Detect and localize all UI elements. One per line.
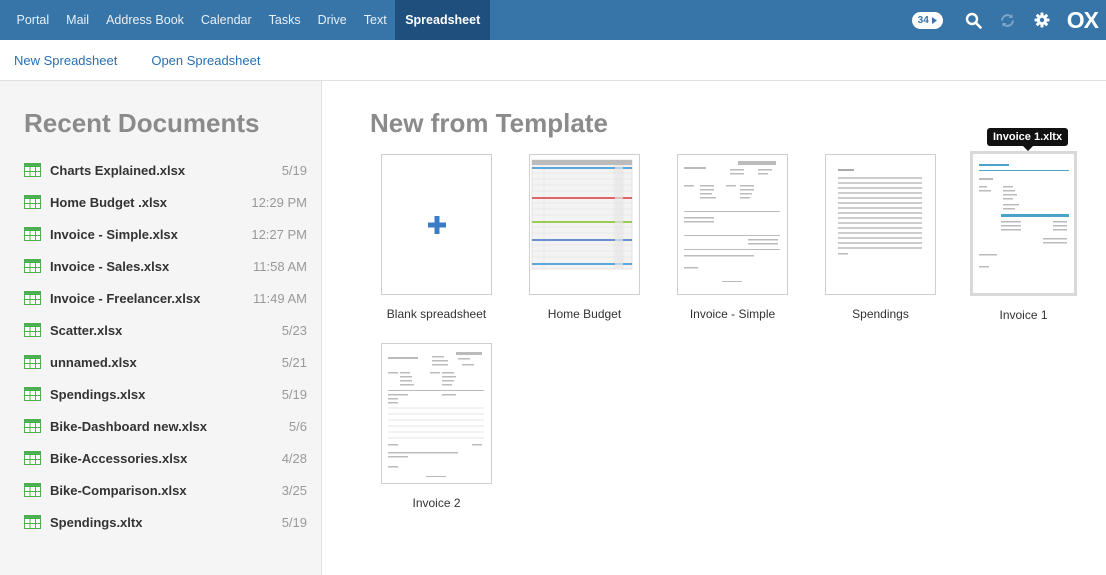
document-date: 11:58 AM (253, 258, 307, 274)
spreadsheet-file-icon (24, 291, 41, 305)
document-name: Bike-Dashboard new.xlsx (50, 418, 208, 434)
spreadsheet-file-icon (24, 451, 41, 465)
recent-document-item[interactable]: unnamed.xlsx 5/21 (0, 346, 322, 378)
spreadsheet-file-icon (24, 387, 41, 401)
document-name: Spendings.xltx (50, 514, 143, 530)
document-name: unnamed.xlsx (50, 354, 137, 370)
nav-portal[interactable]: Portal (8, 0, 58, 40)
document-date: 3/25 (281, 482, 307, 498)
header-actions: 34 OX (911, 0, 1099, 40)
document-date: 12:29 PM (251, 194, 307, 210)
nav-text[interactable]: Text (355, 0, 395, 40)
recent-documents-list: Charts Explained.xlsx 5/19 Home Budget .xl… (0, 154, 322, 538)
document-date: 5/19 (281, 386, 307, 402)
recent-document-item[interactable]: Spendings.xltx 5/19 (0, 506, 322, 538)
document-name: Bike-Comparison.xlsx (50, 482, 187, 498)
invoice-preview-icon (684, 161, 780, 282)
template-home-budget[interactable]: Home Budget (529, 154, 640, 321)
recent-document-item[interactable]: Scatter.xlsx 5/23 (0, 314, 322, 346)
template-label: Invoice - Simple (689, 307, 776, 321)
recent-document-item[interactable]: Bike-Dashboard new.xlsx 5/6 (0, 410, 322, 442)
gear-icon[interactable] (1027, 5, 1057, 35)
notification-badge[interactable]: 34 (911, 11, 943, 29)
recent-document-item[interactable]: Charts Explained.xlsx 5/19 (0, 154, 322, 186)
app-nav: Portal Mail Address Book Calendar Tasks … (8, 0, 491, 40)
spreadsheet-file-icon (24, 163, 41, 177)
template-thumbnail (970, 151, 1077, 296)
document-name: Scatter.xlsx (50, 322, 123, 338)
template-spendings[interactable]: Spendings (825, 154, 936, 321)
document-name: Charts Explained.xlsx (50, 162, 186, 178)
spreadsheet-file-icon (24, 195, 41, 209)
nav-drive[interactable]: Drive (309, 0, 355, 40)
spendings-preview-icon (838, 169, 922, 255)
template-thumbnail (825, 154, 936, 295)
template-label: Home Budget (547, 307, 622, 321)
recent-document-item[interactable]: Invoice - Sales.xlsx 11:58 AM (0, 250, 322, 282)
template-label: Invoice 2 (412, 496, 461, 510)
open-spreadsheet-link[interactable]: Open Spreadsheet (151, 53, 260, 68)
recent-document-item[interactable]: Home Budget .xlsx 12:29 PM (0, 186, 322, 218)
document-date: 5/6 (288, 418, 307, 434)
ox-logo: OX (1066, 6, 1099, 33)
notification-count: 34 (917, 14, 929, 26)
spreadsheet-file-icon (24, 323, 41, 337)
spreadsheet-file-icon (24, 483, 41, 497)
template-invoice-simple[interactable]: Invoice - Simple (677, 154, 788, 321)
template-label: Blank spreadsheet (386, 307, 487, 321)
recent-document-item[interactable]: Bike-Accessories.xlsx 4/28 (0, 442, 322, 474)
document-name: Bike-Accessories.xlsx (50, 450, 188, 466)
template-label: Spendings (852, 307, 909, 321)
top-navigation-bar: Portal Mail Address Book Calendar Tasks … (0, 0, 1106, 40)
recent-document-item[interactable]: Invoice - Simple.xlsx 12:27 PM (0, 218, 322, 250)
new-from-template-title: New from Template (370, 108, 608, 138)
document-date: 12:27 PM (251, 226, 307, 242)
document-date: 4/28 (281, 450, 307, 466)
template-label: Invoice 1 (999, 308, 1048, 322)
refresh-icon[interactable] (993, 5, 1023, 35)
recent-documents-panel: Recent Documents Charts Explained.xlsx 5/… (0, 81, 322, 575)
recent-document-item[interactable]: Invoice - Freelancer.xlsx 11:49 AM (0, 282, 322, 314)
template-invoice-1[interactable]: Invoice 1 (970, 151, 1077, 322)
spreadsheet-file-icon (24, 515, 41, 529)
document-date: 5/19 (281, 162, 307, 178)
triangle-right-icon (931, 16, 937, 24)
spreadsheet-file-icon (24, 355, 41, 369)
template-thumbnail (529, 154, 640, 295)
nav-mail[interactable]: Mail (58, 0, 98, 40)
document-name: Home Budget .xlsx (50, 194, 168, 210)
template-thumbnail (381, 154, 492, 295)
new-spreadsheet-link[interactable]: New Spreadsheet (14, 53, 117, 68)
recent-document-item[interactable]: Spendings.xlsx 5/19 (0, 378, 322, 410)
document-name: Invoice - Simple.xlsx (50, 226, 178, 242)
template-blank-spreadsheet[interactable]: Blank spreadsheet (381, 154, 492, 321)
recent-documents-title: Recent Documents (24, 108, 260, 138)
spreadsheet-file-icon (24, 227, 41, 241)
template-thumbnail (677, 154, 788, 295)
invoice-preview-icon (979, 164, 1069, 268)
template-invoice-2[interactable]: Invoice 2 (381, 343, 492, 510)
invoice-preview-icon (388, 352, 484, 477)
document-name: Invoice - Sales.xlsx (50, 258, 170, 274)
nav-calendar[interactable]: Calendar (192, 0, 260, 40)
nav-address-book[interactable]: Address Book (98, 0, 193, 40)
document-date: 11:49 AM (253, 290, 307, 306)
document-date: 5/23 (281, 322, 307, 338)
document-date: 5/19 (281, 514, 307, 530)
spreadsheet-file-icon (24, 419, 41, 433)
document-date: 5/21 (281, 354, 307, 370)
plus-icon (382, 155, 491, 294)
toolbar: New Spreadsheet Open Spreadsheet (0, 40, 1106, 81)
nav-tasks[interactable]: Tasks (260, 0, 309, 40)
document-name: Spendings.xlsx (50, 386, 146, 402)
spreadsheet-file-icon (24, 259, 41, 273)
search-icon[interactable] (959, 5, 989, 35)
template-thumbnail (381, 343, 492, 484)
template-tooltip: Invoice 1.xltx (987, 128, 1069, 151)
nav-spreadsheet[interactable]: Spreadsheet (395, 0, 491, 40)
document-name: Invoice - Freelancer.xlsx (50, 290, 201, 306)
recent-document-item[interactable]: Bike-Comparison.xlsx 3/25 (0, 474, 322, 506)
home-budget-preview-icon (531, 159, 633, 270)
